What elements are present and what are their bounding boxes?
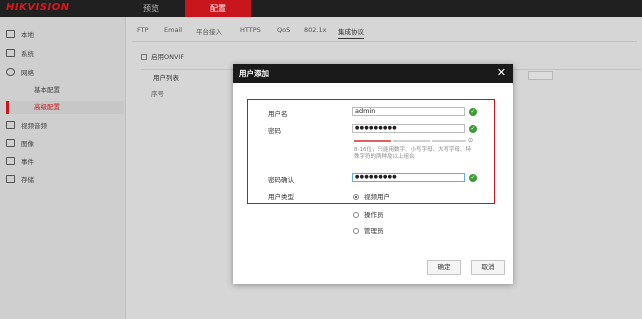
user-type-label: 用户类型	[268, 193, 294, 201]
top-bar: HIKVISION 预览 配置	[0, 0, 642, 17]
password-strength-strong	[432, 140, 466, 142]
brand-logo: HIKVISION	[6, 2, 70, 13]
radio[interactable]	[353, 228, 359, 234]
sidebar-item-network[interactable]: 网络	[6, 67, 34, 80]
sidebar: 本地 系统 网络 基本配置 高级配置 视频音频 图像 事件 存储	[0, 17, 126, 319]
tab-ftp[interactable]: FTP	[137, 26, 149, 34]
confirm-password-label: 密码确认	[268, 176, 294, 184]
column-serial: 序号	[151, 90, 164, 98]
tab-integration[interactable]: 集成协议	[338, 26, 364, 39]
system-icon	[6, 49, 15, 57]
storage-icon	[6, 175, 15, 183]
username-field[interactable]: admin	[352, 107, 465, 116]
tab-divider	[132, 41, 637, 42]
radio[interactable]	[353, 212, 359, 218]
user-list-title: 用户列表	[153, 74, 179, 82]
nav-preview[interactable]: 预览	[122, 0, 180, 17]
dialog-title: 用户添加	[239, 69, 269, 78]
usertype-admin[interactable]: 管理员	[353, 225, 384, 235]
usertype-video-user[interactable]: 视频用户	[353, 191, 390, 201]
password-label: 密码	[268, 127, 281, 135]
check-circle-icon: ✓	[469, 108, 477, 116]
radio-checked[interactable]	[353, 194, 359, 200]
image-icon	[6, 139, 15, 147]
event-icon	[6, 157, 15, 165]
username-label: 用户名	[268, 110, 288, 118]
check-circle-icon: ✓	[469, 174, 477, 182]
eye-icon[interactable]: ⊙	[468, 137, 473, 144]
dialog-header: 用户添加 ✕	[233, 64, 513, 83]
tab-platform[interactable]: 平台接入	[196, 26, 222, 36]
sidebar-item-storage[interactable]: 存储	[6, 174, 34, 187]
ok-button[interactable]: 确定	[427, 260, 461, 275]
close-icon[interactable]: ✕	[497, 66, 506, 79]
sidebar-sub-advanced[interactable]: 高级配置	[6, 101, 124, 114]
sidebar-item-video-audio[interactable]: 视频音频	[6, 120, 47, 133]
sidebar-item-local[interactable]: 本地	[6, 29, 34, 42]
sidebar-item-image[interactable]: 图像	[6, 138, 34, 151]
enable-onvif-checkbox[interactable]	[141, 54, 147, 60]
nav-config[interactable]: 配置	[185, 0, 251, 17]
video-audio-icon	[6, 121, 15, 129]
password-strength-weak	[354, 140, 391, 142]
check-circle-icon: ✓	[469, 125, 477, 133]
add-user-dialog: 用户添加 ✕ 用户名 admin ✓ 密码 ●●●●●●●●● ✓ ⊙ 8-16…	[233, 64, 513, 284]
enable-onvif-row[interactable]: 启用ONVIF	[141, 51, 184, 61]
tab-8021x[interactable]: 802.1x	[304, 26, 326, 34]
sidebar-sub-basic[interactable]: 基本配置	[6, 84, 124, 97]
sidebar-item-event[interactable]: 事件	[6, 156, 34, 169]
password-field[interactable]: ●●●●●●●●●	[352, 124, 465, 133]
globe-icon	[6, 68, 15, 76]
monitor-icon	[6, 30, 15, 38]
tab-email[interactable]: Email	[164, 26, 182, 34]
usertype-operator[interactable]: 操作员	[353, 209, 384, 219]
sidebar-item-system[interactable]: 系统	[6, 48, 34, 61]
confirm-password-field[interactable]: ●●●●●●●●●	[352, 173, 465, 182]
password-strength-medium	[393, 140, 430, 142]
tab-https[interactable]: HTTPS	[240, 26, 261, 34]
cancel-button[interactable]: 取消	[471, 260, 505, 275]
background-button[interactable]	[528, 71, 553, 80]
password-hint: 8-16位，只能用数字、小写字母、大写字母、特殊字符的两种及以上组合	[354, 147, 471, 160]
tab-qos[interactable]: QoS	[277, 26, 290, 34]
